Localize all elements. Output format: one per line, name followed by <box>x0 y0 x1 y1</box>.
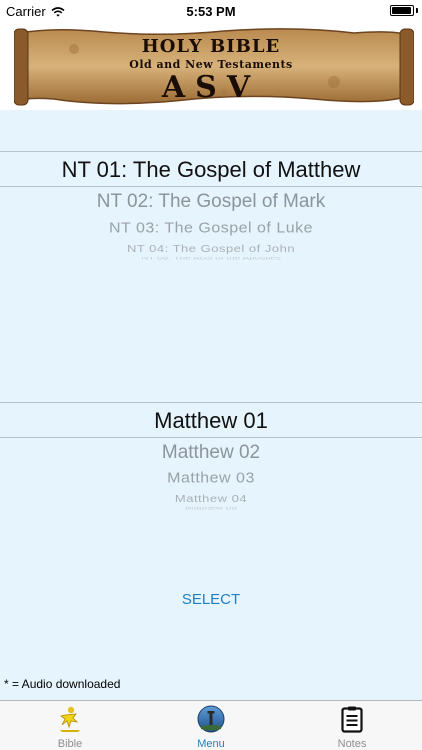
chapter-picker-option[interactable]: Matthew 03 <box>0 471 422 487</box>
chapter-picker-option[interactable]: Matthew 05 <box>0 507 422 510</box>
tab-bible[interactable]: Bible <box>0 701 140 750</box>
tab-menu[interactable]: Menu <box>141 701 281 750</box>
tab-label: Notes <box>337 738 367 750</box>
select-button[interactable]: SELECT <box>0 591 422 608</box>
lighthouse-icon <box>197 705 225 733</box>
clipboard-icon <box>341 706 363 733</box>
status-bar: Carrier 5:53 PM <box>0 0 422 22</box>
tab-bar: Bible Menu Notes <box>0 700 422 750</box>
battery-icon <box>390 5 414 16</box>
book-picker-option[interactable]: NT 03: The Gospel of Luke <box>0 221 422 237</box>
chapter-picker-option[interactable]: Matthew 02 <box>0 442 422 464</box>
book-picker-option[interactable]: NT 05: The Acts of the Apostles <box>0 257 422 260</box>
picker-selection-bottom-line <box>0 437 422 438</box>
tab-label: Bible <box>57 738 83 750</box>
book-picker-option[interactable]: NT 04: The Gospel of John <box>0 243 422 254</box>
book-picker-option[interactable]: NT 02: The Gospel of Mark <box>0 191 422 213</box>
audio-legend: * = Audio downloaded <box>4 677 121 691</box>
picker-selection-top-line <box>0 402 422 403</box>
chapter-picker[interactable]: Matthew 01 Matthew 02 Matthew 03 Matthew… <box>0 360 422 512</box>
banner-version: ASV <box>161 70 261 105</box>
tab-notes[interactable]: Notes <box>282 701 422 750</box>
chapter-picker-option[interactable]: Matthew 04 <box>0 493 422 504</box>
battery-cap <box>416 8 418 13</box>
status-time: 5:53 PM <box>186 4 236 19</box>
picker-selection-bottom-line <box>0 186 422 187</box>
banner-title: HOLY BIBLE <box>141 36 281 57</box>
bible-figure-icon <box>60 706 80 732</box>
app-banner: HOLY BIBLE Old and New Testaments ASV <box>0 22 422 110</box>
chapter-picker-selected[interactable]: Matthew 01 <box>0 408 422 434</box>
book-picker[interactable]: NT 01: The Gospel of Matthew NT 02: The … <box>0 110 422 260</box>
book-picker-selected[interactable]: NT 01: The Gospel of Matthew <box>0 157 422 183</box>
battery-fill <box>392 7 411 14</box>
tab-label: Menu <box>197 738 225 750</box>
picker-selection-top-line <box>0 151 422 152</box>
